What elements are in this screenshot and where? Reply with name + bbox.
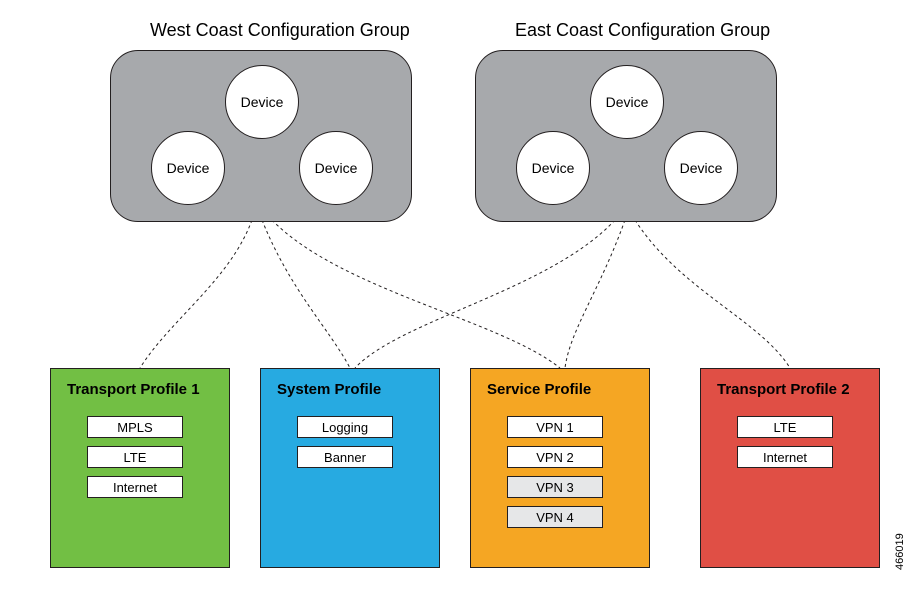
east-device-3: Device bbox=[664, 131, 738, 205]
transport-profile-2-title: Transport Profile 2 bbox=[717, 381, 879, 398]
chip-vpn3: VPN 3 bbox=[507, 476, 603, 498]
transport-profile-1-items: MPLS LTE Internet bbox=[51, 416, 229, 498]
system-profile-title: System Profile bbox=[277, 381, 439, 398]
chip-vpn2: VPN 2 bbox=[507, 446, 603, 468]
west-group-title: West Coast Configuration Group bbox=[150, 20, 410, 41]
west-device-2: Device bbox=[151, 131, 225, 205]
chip-lte-2: LTE bbox=[737, 416, 833, 438]
chip-internet-1: Internet bbox=[87, 476, 183, 498]
west-device-1: Device bbox=[225, 65, 299, 139]
east-device-1: Device bbox=[590, 65, 664, 139]
west-device-3: Device bbox=[299, 131, 373, 205]
diagram-canvas: West Coast Configuration Group Device De… bbox=[0, 0, 921, 598]
system-profile-items: Logging Banner bbox=[261, 416, 439, 468]
system-profile: System Profile Logging Banner bbox=[260, 368, 440, 568]
chip-internet-2: Internet bbox=[737, 446, 833, 468]
conn-east-service bbox=[565, 220, 625, 368]
east-group: Device Device Device bbox=[475, 50, 777, 222]
west-group: Device Device Device bbox=[110, 50, 412, 222]
service-profile: Service Profile VPN 1 VPN 2 VPN 3 VPN 4 bbox=[470, 368, 650, 568]
chip-logging: Logging bbox=[297, 416, 393, 438]
transport-profile-2: Transport Profile 2 LTE Internet bbox=[700, 368, 880, 568]
east-group-title: East Coast Configuration Group bbox=[515, 20, 770, 41]
reference-id: 466019 bbox=[894, 533, 906, 570]
transport-profile-1-title: Transport Profile 1 bbox=[67, 381, 229, 398]
conn-east-system bbox=[355, 220, 615, 368]
east-device-2: Device bbox=[516, 131, 590, 205]
service-profile-title: Service Profile bbox=[487, 381, 649, 398]
conn-west-transport1 bbox=[140, 220, 252, 368]
transport-profile-2-items: LTE Internet bbox=[701, 416, 879, 468]
conn-west-service bbox=[272, 220, 560, 368]
chip-vpn4: VPN 4 bbox=[507, 506, 603, 528]
transport-profile-1: Transport Profile 1 MPLS LTE Internet bbox=[50, 368, 230, 568]
chip-vpn1: VPN 1 bbox=[507, 416, 603, 438]
chip-lte-1: LTE bbox=[87, 446, 183, 468]
chip-mpls: MPLS bbox=[87, 416, 183, 438]
chip-banner: Banner bbox=[297, 446, 393, 468]
conn-east-transport2 bbox=[635, 220, 790, 368]
conn-west-system bbox=[262, 220, 350, 368]
service-profile-items: VPN 1 VPN 2 VPN 3 VPN 4 bbox=[471, 416, 649, 528]
